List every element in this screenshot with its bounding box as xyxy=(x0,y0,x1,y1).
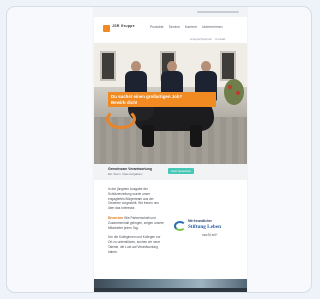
hero-image: Du suchst einen großartigen Job? Bewirb … xyxy=(94,43,247,164)
swoosh-icon xyxy=(174,221,186,231)
footer-image xyxy=(94,279,247,292)
nav-item-service[interactable]: Service xyxy=(169,25,180,29)
preview-card: JSR Gruppe Produkte Service Karriere Unt… xyxy=(6,6,312,293)
apply-button[interactable]: Jetzt bewerben xyxy=(168,168,194,174)
body-paragraph: In der jüngsten Ausgabe der Schützenzeit… xyxy=(108,187,159,211)
utility-nav: Ansprechpartner Kontakt xyxy=(190,37,225,41)
logo-text[interactable]: JSR Gruppe xyxy=(112,24,135,28)
hero-headline-line: Bewirb dich! xyxy=(111,99,138,105)
site-header: JSR Gruppe Produkte Service Karriere Unt… xyxy=(94,17,247,43)
window xyxy=(220,51,236,81)
browser-strip xyxy=(94,7,247,17)
strip-decoration xyxy=(197,11,239,13)
nav-item-unternehmen[interactable]: Unternehmen xyxy=(202,25,223,29)
body-text: In der jüngsten Ausgabe der Schützenzeit… xyxy=(108,187,164,260)
utility-contact-person[interactable]: Ansprechpartner xyxy=(190,37,212,41)
main-nav: Produkte Service Karriere Unternehmen xyxy=(150,25,223,29)
email-preview: JSR Gruppe Produkte Service Karriere Unt… xyxy=(94,7,247,292)
nav-item-karriere[interactable]: Karriere xyxy=(185,25,197,29)
utility-contact[interactable]: Kontakt xyxy=(215,37,225,41)
partner-logo-tagline: macht mit! xyxy=(202,233,218,237)
inline-link[interactable]: Bewerben xyxy=(108,216,123,220)
flower-plant xyxy=(224,79,244,105)
body-paragraph-with-link: Bewerben Wie Partnerschaft und Zusammenh… xyxy=(108,216,164,230)
nav-item-produkte[interactable]: Produkte xyxy=(150,25,164,29)
window xyxy=(100,51,116,81)
partner-logo-line: Mit freundlicher xyxy=(188,219,212,223)
caption-bar: Gemeinsam Verantwortung Ein Team. Viele … xyxy=(94,164,247,180)
partner-logo: Mit freundlicher Stiftung Leben macht mi… xyxy=(172,217,232,241)
orange-ring xyxy=(106,109,136,129)
body-paragraph: Um die Kolleginnen und Kollegen vor Ort … xyxy=(108,235,161,254)
partner-logo-line: Stiftung Leben xyxy=(188,224,222,230)
logo-icon xyxy=(103,25,110,32)
hero-headline: Du suchst einen großartigen Job? Bewirb … xyxy=(108,92,216,107)
caption-title: Gemeinsam Verantwortung xyxy=(108,167,152,171)
caption-subtitle: Ein Team. Viele Aufgaben. xyxy=(108,172,144,176)
